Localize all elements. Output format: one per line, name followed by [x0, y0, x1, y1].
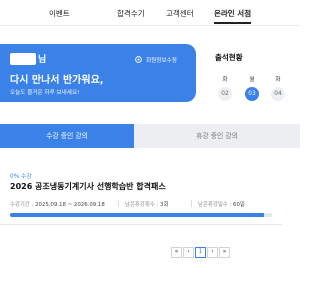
attendance-day: 화: [222, 77, 228, 83]
member-info-label: 회원정보수정: [146, 57, 177, 64]
attendance-date-today: 03: [245, 87, 259, 101]
first-page-button[interactable]: «: [171, 247, 182, 258]
greeting-text: 다시 만나서 반가워요,: [10, 75, 104, 86]
attendance-panel: 출석현황 화 월 화 02 03 04: [205, 44, 300, 106]
nav-item-bookstore[interactable]: 온라인 서점: [214, 8, 252, 24]
next-page-button[interactable]: ›: [207, 247, 218, 258]
nav-item-support[interactable]: 고객센터: [166, 8, 194, 19]
page-1-button[interactable]: 1: [195, 247, 206, 258]
masked-username: [10, 53, 36, 65]
days-label: 남은휴강일수 :: [198, 202, 232, 208]
period-label: 수강기간 :: [10, 202, 34, 208]
attendance-day: 월: [249, 77, 255, 83]
attendance-title: 출석현황: [215, 53, 243, 62]
gear-icon: [135, 56, 142, 63]
prev-page-button[interactable]: ‹: [183, 247, 194, 258]
remaining-pauses: 남은휴강횟수 : 3회: [125, 200, 168, 208]
course-card[interactable]: 0% 수강 2026 공조냉동기계기사 선행학습반 합격패스 수강기간 : 20…: [0, 163, 282, 225]
course-title[interactable]: 2026 공조냉동기계기사 선행학습반 합격패스: [10, 181, 166, 192]
nav-item-event[interactable]: 이벤트: [49, 8, 70, 19]
meta-divider: [191, 200, 192, 207]
remain-label: 남은휴강횟수 :: [125, 202, 159, 208]
course-tabs: 수강 중인 강의 휴강 중인 강의: [0, 124, 300, 148]
welcome-card: 님 회원정보수정 다시 만나서 반가워요, 오늘도 즐거운 하루 보내세요!: [0, 44, 196, 102]
course-period: 수강기간 : 2025.09.18 ~ 2026.09.18: [10, 200, 105, 208]
top-nav: 이벤트 합격수기 고객센터 온라인 서점: [0, 0, 300, 26]
tab-active-courses[interactable]: 수강 중인 강의: [0, 124, 134, 148]
progress-label: 0% 수강: [10, 174, 32, 180]
progress-bar: [10, 213, 272, 217]
progress-bar-fill: [10, 213, 265, 217]
nav-item-reviews[interactable]: 합격수기: [117, 8, 145, 19]
pagination: « ‹ 1 › »: [171, 247, 230, 258]
member-info-link[interactable]: 회원정보수정: [134, 55, 177, 64]
period-value: 2025.09.18 ~ 2026.09.18: [35, 202, 105, 208]
days-value: 60일: [233, 202, 245, 208]
remaining-days: 남은휴강일수 : 60일: [198, 200, 245, 208]
meta-divider: [118, 200, 119, 207]
greeting-subtext: 오늘도 즐거운 하루 보내세요!: [10, 90, 80, 96]
attendance-day: 화: [275, 77, 281, 83]
attendance-date: 04: [271, 87, 285, 101]
last-page-button[interactable]: »: [219, 247, 230, 258]
name-suffix: 님: [38, 55, 47, 65]
attendance-date: 02: [218, 87, 232, 101]
tab-paused-courses[interactable]: 휴강 중인 강의: [134, 124, 300, 148]
remain-value: 3회: [160, 202, 169, 208]
